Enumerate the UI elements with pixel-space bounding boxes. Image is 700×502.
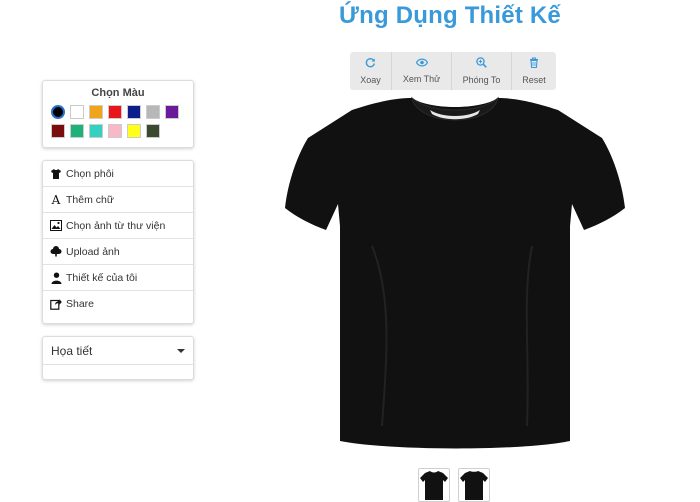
reset-label: Reset	[522, 75, 546, 85]
color-swatch[interactable]	[108, 124, 122, 138]
caret-down-icon	[177, 348, 185, 353]
menu-item-label: Thêm chữ	[66, 193, 114, 206]
share-icon	[50, 298, 62, 310]
color-swatch[interactable]	[70, 124, 84, 138]
menu-item-share[interactable]: Share	[43, 291, 193, 317]
font-icon: A	[51, 192, 61, 207]
menu-item-label: Chọn phôi	[66, 167, 114, 180]
front-view-thumbnail[interactable]	[418, 468, 450, 502]
color-swatch[interactable]	[70, 105, 84, 119]
rotate-icon	[365, 57, 376, 71]
preview-button[interactable]: Xem Thử	[392, 52, 452, 90]
page-title: Ứng Dụng Thiết Kế	[339, 2, 561, 29]
reset-button[interactable]: Reset	[512, 52, 556, 90]
color-swatch[interactable]	[165, 105, 179, 119]
zoom-in-button[interactable]: Phóng To	[452, 52, 512, 90]
color-swatch[interactable]	[146, 124, 160, 138]
tshirt-back-icon	[460, 471, 488, 500]
tshirt-icon	[50, 168, 62, 180]
cloud-upload-icon	[50, 246, 62, 258]
menu-item-my-designs[interactable]: Thiết kế của tôi	[43, 265, 193, 291]
pattern-dropdown-label: Họa tiết	[51, 343, 93, 358]
color-swatch[interactable]	[51, 105, 65, 119]
rotate-button[interactable]: Xoay	[350, 52, 392, 90]
color-swatch[interactable]	[146, 105, 160, 119]
menu-item-label: Chọn ảnh từ thư viện	[66, 219, 166, 232]
color-swatch[interactable]	[127, 124, 141, 138]
color-swatch[interactable]	[51, 124, 65, 138]
color-picker-panel: Chọn Màu	[42, 80, 194, 148]
zoom-in-label: Phóng To	[462, 75, 501, 85]
back-view-thumbnail[interactable]	[458, 468, 490, 502]
design-menu: Chọn phôi A Thêm chữ Chọn ảnh từ thư việ…	[42, 160, 194, 324]
pattern-panel: Họa tiết	[42, 336, 194, 380]
color-picker-title: Chọn Màu	[91, 87, 145, 99]
menu-item-label: Share	[66, 298, 95, 310]
preview-label: Xem Thử	[402, 74, 441, 84]
canvas-toolbar: Xoay Xem Thử Phóng To Reset	[350, 52, 556, 90]
color-swatch[interactable]	[89, 124, 103, 138]
tshirt-front-icon	[420, 471, 448, 500]
picture-icon	[50, 220, 62, 232]
menu-item-label: Thiết kế của tôi	[66, 271, 138, 284]
color-swatch[interactable]	[89, 105, 103, 119]
trash-icon	[529, 57, 539, 71]
menu-item-add-text[interactable]: A Thêm chữ	[43, 187, 193, 213]
user-icon	[50, 272, 62, 284]
menu-item-upload-image[interactable]: Upload ảnh	[43, 239, 193, 265]
menu-item-choose-blank[interactable]: Chọn phôi	[43, 161, 193, 187]
eye-icon	[415, 58, 428, 70]
color-swatch[interactable]	[108, 105, 122, 119]
zoom-in-icon	[476, 57, 487, 71]
menu-item-label: Upload ảnh	[66, 245, 120, 258]
tshirt-canvas[interactable]	[282, 96, 628, 456]
tshirt-body	[285, 98, 625, 449]
rotate-label: Xoay	[360, 75, 381, 85]
menu-item-library-image[interactable]: Chọn ảnh từ thư viện	[43, 213, 193, 239]
pattern-dropdown[interactable]: Họa tiết	[43, 337, 193, 365]
color-swatch[interactable]	[127, 105, 141, 119]
